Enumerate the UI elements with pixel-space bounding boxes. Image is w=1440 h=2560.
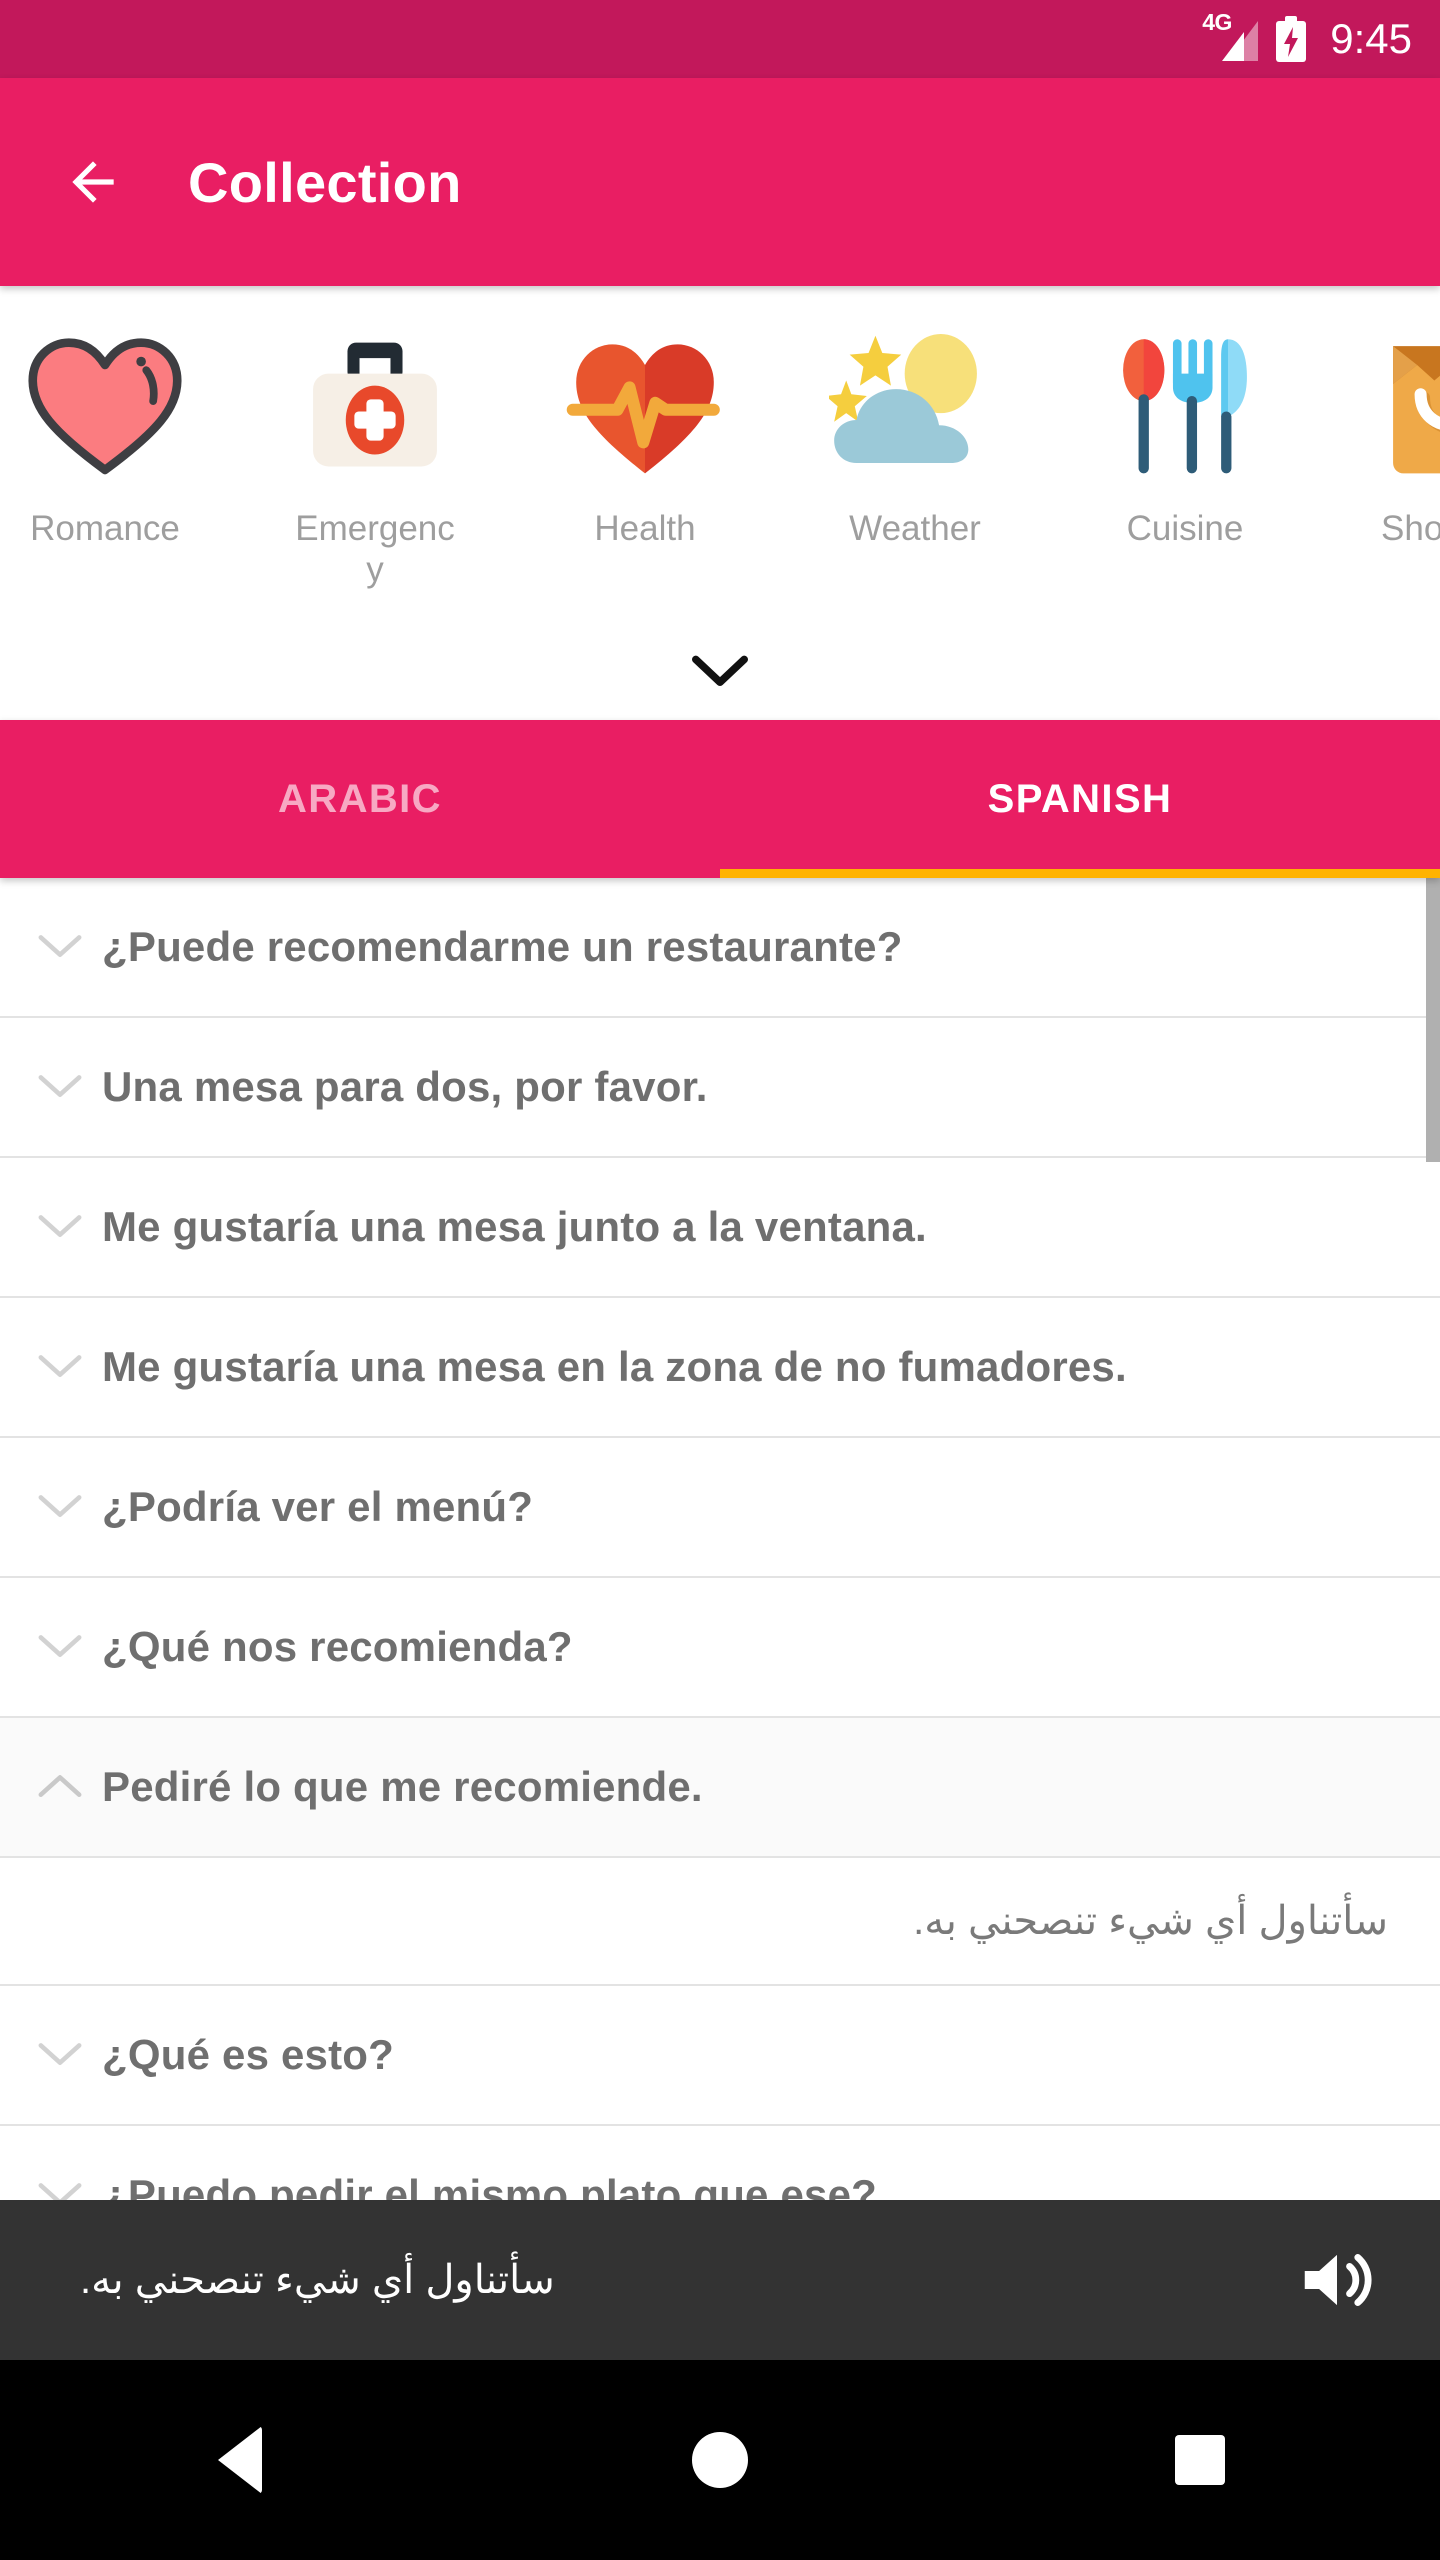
tab-label: SPANISH <box>987 776 1173 821</box>
app-bar: Collection <box>0 78 1440 286</box>
tab-indicator <box>720 869 1440 878</box>
status-bar-icons: 4G 9:45 <box>1202 11 1412 65</box>
phrase-row[interactable]: ¿Qué nos recomienda? <box>0 1578 1440 1718</box>
sun-cloud-icon <box>825 322 1001 494</box>
battery-charging-icon <box>1276 16 1307 62</box>
phrase-text: ¿Puede recomendarme un restaurante? <box>102 923 903 970</box>
page-title: Collection <box>188 150 462 214</box>
phrase-text: Una mesa para dos, por favor. <box>102 1063 708 1110</box>
phrase-row[interactable]: ¿Puede recomendarme un restaurante? <box>0 878 1440 1018</box>
category-item-health[interactable]: Health <box>510 322 780 549</box>
nav-back-triangle-icon <box>218 2426 262 2494</box>
cutlery-icon <box>1099 322 1271 494</box>
category-row: Romance Emergency Health Weather Cuisine… <box>0 322 1440 591</box>
category-label: Cuisine <box>1126 509 1244 548</box>
phrase-translation-row: سأتناول أي شيء تنصحني به. <box>0 1858 1440 1986</box>
category-label: Health <box>594 509 696 548</box>
chevron-down-icon <box>30 1337 90 1397</box>
nav-home-circle-icon <box>692 2432 748 2488</box>
shopping-bag-icon <box>1369 322 1440 494</box>
category-item-shopping[interactable]: Shopping <box>1320 322 1440 549</box>
speaker-button[interactable] <box>1294 2237 1380 2323</box>
chevron-down-icon <box>30 1057 90 1117</box>
status-bar-clock: 9:45 <box>1330 15 1412 62</box>
category-item-romance[interactable]: Romance <box>0 322 240 549</box>
phrase-row[interactable]: ¿Podría ver el menú? <box>0 1438 1440 1578</box>
signal-4g-icon: 4G <box>1202 11 1259 65</box>
charging-bolt-icon <box>1284 27 1299 57</box>
speaker-volume-icon <box>1304 2254 1372 2306</box>
heart-pink-icon <box>19 322 191 494</box>
language-tabs: ARABIC SPANISH <box>0 720 1440 878</box>
scrollbar-thumb[interactable] <box>1426 878 1440 1162</box>
playback-phrase-text: سأتناول أي شيء تنصحني به. <box>80 2258 555 2302</box>
phrase-row[interactable]: ¿Qué es esto? <box>0 1986 1440 2126</box>
heart-pulse-icon <box>559 322 731 494</box>
category-label: Weather <box>849 509 981 548</box>
nav-back-button[interactable] <box>180 2400 300 2520</box>
category-label: Emergency <box>295 509 455 590</box>
category-strip[interactable]: Romance Emergency Health Weather Cuisine… <box>0 286 1440 720</box>
back-arrow-icon <box>72 161 114 203</box>
tab-spanish[interactable]: SPANISH <box>720 720 1440 878</box>
chevron-up-icon <box>30 1757 90 1817</box>
chevron-down-icon <box>30 1617 90 1677</box>
phrase-row[interactable]: ¿Puedo pedir el mismo plato que ese? <box>0 2126 1440 2200</box>
android-navigation-bar <box>0 2360 1440 2560</box>
phrase-text: ¿Qué es esto? <box>102 2031 395 2078</box>
phrase-row-expanded[interactable]: Pediré lo que me recomiende. <box>0 1718 1440 1858</box>
category-item-cuisine[interactable]: Cuisine <box>1050 322 1320 549</box>
expand-categories-button[interactable] <box>0 654 1440 690</box>
phrase-text: Me gustaría una mesa junto a la ventana. <box>102 1203 927 1250</box>
nav-recents-square-icon <box>1175 2435 1225 2485</box>
phrase-text: ¿Puedo pedir el mismo plato que ese? <box>102 2171 878 2200</box>
chevron-down-icon <box>30 1477 90 1537</box>
tab-label: ARABIC <box>278 776 442 821</box>
category-label: Romance <box>30 509 180 548</box>
chevron-down-icon <box>692 655 748 686</box>
nav-home-button[interactable] <box>660 2400 780 2520</box>
app-root: 4G 9:45 Collection Romance Emergency Hea… <box>0 0 1440 2560</box>
tab-arabic[interactable]: ARABIC <box>0 720 720 878</box>
translation-text: سأتناول أي شيء تنصحني به. <box>913 1899 1388 1943</box>
phrase-text: ¿Podría ver el menú? <box>102 1483 534 1530</box>
nav-recents-button[interactable] <box>1140 2400 1260 2520</box>
category-item-weather[interactable]: Weather <box>780 322 1050 549</box>
chevron-down-icon <box>30 1197 90 1257</box>
phrase-text: ¿Qué nos recomienda? <box>102 1623 573 1670</box>
chevron-down-icon <box>30 2165 90 2200</box>
phrase-row[interactable]: Me gustaría una mesa junto a la ventana. <box>0 1158 1440 1298</box>
phrase-text: Me gustaría una mesa en la zona de no fu… <box>102 1343 1127 1390</box>
phrase-text: Pediré lo que me recomiende. <box>102 1763 703 1810</box>
status-bar: 4G 9:45 <box>0 0 1440 78</box>
back-button[interactable] <box>62 151 124 213</box>
signal-bars-filled <box>1222 32 1245 61</box>
first-aid-kit-icon <box>289 322 461 494</box>
audio-playback-bar: سأتناول أي شيء تنصحني به. <box>0 2200 1440 2360</box>
chevron-down-icon <box>30 2025 90 2085</box>
category-item-emergency[interactable]: Emergency <box>240 322 510 591</box>
phrase-list[interactable]: ¿Puede recomendarme un restaurante? Una … <box>0 878 1440 2200</box>
phrase-row[interactable]: Una mesa para dos, por favor. <box>0 1018 1440 1158</box>
category-label: Shopping <box>1381 509 1440 548</box>
chevron-down-icon <box>30 917 90 977</box>
phrase-row[interactable]: Me gustaría una mesa en la zona de no fu… <box>0 1298 1440 1438</box>
